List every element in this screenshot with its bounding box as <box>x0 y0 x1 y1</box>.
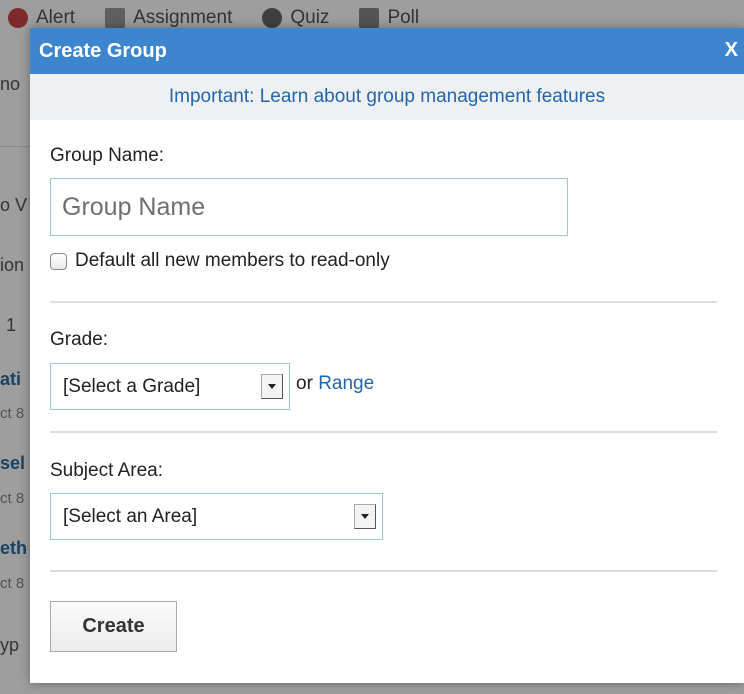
close-button[interactable]: X <box>725 39 738 62</box>
subject-area-label: Subject Area: <box>50 460 164 481</box>
or-text: or <box>296 373 313 394</box>
range-link[interactable]: Range <box>318 373 374 394</box>
or-range-text: or Range <box>296 373 374 395</box>
group-features-link[interactable]: Important: Learn about group management … <box>169 86 605 107</box>
subject-area-select-value: [Select an Area] <box>63 505 198 527</box>
divider <box>50 301 717 303</box>
notice-bar: Important: Learn about group management … <box>30 74 744 120</box>
grade-select-value: [Select a Grade] <box>63 375 201 397</box>
chevron-down-icon <box>354 504 376 529</box>
dialog-title: Create Group <box>39 40 167 62</box>
create-group-dialog: Create Group X Important: Learn about gr… <box>30 28 744 683</box>
grade-label: Grade: <box>50 329 109 350</box>
dialog-header: Create Group X <box>30 28 744 74</box>
create-button[interactable]: Create <box>50 601 177 652</box>
subject-area-select[interactable]: [Select an Area] <box>50 493 383 540</box>
readonly-label: Default all new members to read-only <box>75 250 390 271</box>
divider <box>50 431 717 433</box>
group-name-label: Group Name: <box>50 145 165 166</box>
readonly-option[interactable]: Default all new members to read-only <box>50 250 390 272</box>
divider <box>50 570 717 572</box>
group-name-input[interactable] <box>50 178 568 236</box>
chevron-down-icon <box>261 374 283 399</box>
readonly-checkbox[interactable] <box>50 252 67 270</box>
grade-select[interactable]: [Select a Grade] <box>50 363 290 410</box>
